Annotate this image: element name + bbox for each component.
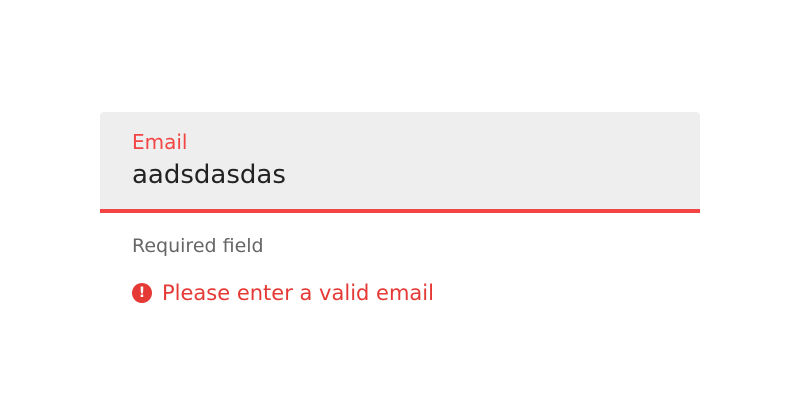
email-error-text: Please enter a valid email [162, 281, 434, 305]
email-field-container[interactable]: Email [100, 112, 700, 213]
email-input[interactable] [132, 156, 668, 194]
email-field-error-underline [100, 209, 700, 213]
exclamation-circle-icon: ! [132, 283, 152, 303]
email-error-message: ! Please enter a valid email [132, 279, 434, 307]
email-helper-text: Required field [132, 235, 264, 257]
email-field-label: Email [132, 130, 188, 154]
